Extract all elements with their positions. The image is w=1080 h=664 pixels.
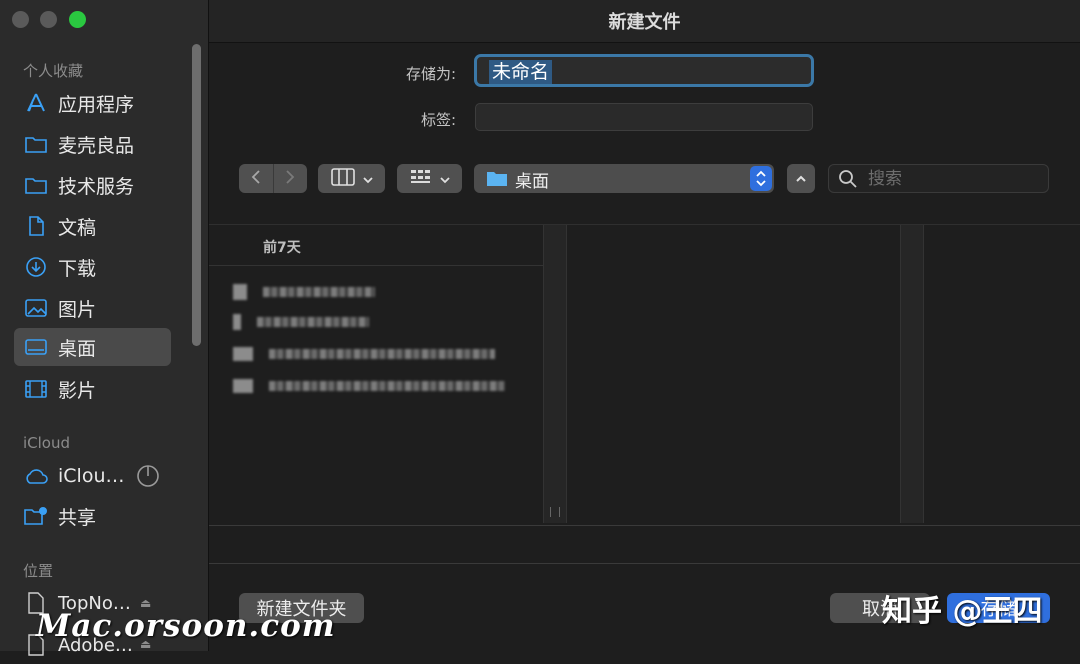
zhihu-watermark: 知乎 @王四 — [882, 594, 1043, 629]
file-name-blurred — [269, 349, 495, 359]
sidebar-item-label: 应用程序 — [58, 93, 135, 116]
icloud-progress-icon — [136, 464, 160, 492]
location-name: 桌面 — [515, 172, 549, 192]
download-icon — [22, 256, 50, 278]
sidebar-item-label: 桌面 — [58, 337, 97, 360]
minimize-window-button[interactable] — [40, 11, 57, 28]
file-icon — [233, 379, 253, 393]
folder-icon — [22, 175, 50, 195]
desktop-icon — [22, 337, 50, 357]
icloud-section-title: iCloud — [23, 434, 71, 452]
sidebar-item-maike[interactable]: 麦壳良品 — [14, 125, 171, 163]
shared-folder-icon — [22, 505, 50, 527]
search-field[interactable] — [828, 164, 1049, 193]
save-dialog-window: 个人收藏 应用程序 麦壳良品 技术服务 文稿 下载 图片 桌面 影片 iClou… — [0, 0, 1080, 656]
chevron-down-icon — [439, 169, 450, 188]
sidebar-item-pictures[interactable]: 图片 — [14, 289, 171, 327]
sidebar-item-label: 共享 — [58, 506, 97, 529]
back-forward-group — [239, 164, 307, 193]
search-input[interactable] — [866, 167, 1040, 191]
close-window-button[interactable] — [12, 11, 29, 28]
list-item[interactable] — [233, 281, 375, 303]
sidebar-item-label: 影片 — [58, 379, 97, 402]
photos-icon — [22, 298, 50, 318]
sidebar-item-label: 技术服务 — [58, 175, 135, 198]
sidebar-scrollbar[interactable] — [192, 44, 201, 346]
location-popup[interactable]: 桌面 — [474, 164, 774, 193]
resize-grip-icon — [550, 507, 560, 517]
column-divider[interactable] — [543, 225, 567, 523]
file-browser: 前7天 — [209, 224, 1080, 526]
sidebar-item-label: 文稿 — [58, 216, 97, 239]
sidebar-item-tech-service[interactable]: 技术服务 — [14, 166, 171, 204]
search-icon — [838, 169, 858, 193]
file-name-blurred — [269, 381, 505, 391]
grid-icon — [410, 169, 432, 189]
sidebar-item-label: 下载 — [58, 257, 97, 280]
folder-icon — [486, 169, 508, 191]
section-header: 前7天 — [209, 225, 543, 266]
sidebar-item-label: iClou… — [58, 465, 125, 487]
sidebar-item-documents[interactable]: 文稿 — [14, 207, 171, 245]
tags-label: 标签: — [420, 111, 456, 129]
columns-view-icon — [330, 167, 355, 190]
chevron-up-icon — [795, 169, 807, 188]
sidebar: 个人收藏 应用程序 麦壳良品 技术服务 文稿 下载 图片 桌面 影片 iClou… — [0, 0, 209, 656]
list-item[interactable] — [233, 375, 505, 397]
sidebar-item-applications[interactable]: 应用程序 — [14, 84, 171, 122]
group-by-button[interactable] — [397, 164, 462, 193]
chevron-right-icon — [284, 169, 296, 189]
file-name-blurred — [263, 287, 375, 297]
save-as-input[interactable]: 未命名 — [474, 54, 814, 87]
zoom-window-button[interactable] — [69, 11, 86, 28]
view-mode-button[interactable] — [318, 164, 385, 193]
file-name-blurred — [257, 317, 369, 327]
icloud-icon — [22, 467, 50, 485]
file-icon — [233, 347, 253, 361]
folder-icon — [22, 134, 50, 154]
column-divider[interactable] — [900, 225, 924, 523]
watermark-text: Mac.orsoon.com — [36, 608, 336, 644]
popup-stepper-icon — [750, 166, 772, 191]
save-as-value: 未命名 — [489, 60, 553, 84]
document-icon — [22, 215, 50, 237]
file-icon — [233, 314, 241, 330]
sidebar-item-label: 麦壳良品 — [58, 134, 135, 157]
sidebar-item-shared[interactable]: 共享 — [14, 497, 171, 535]
chevron-down-icon — [362, 169, 373, 188]
chevron-left-icon — [250, 169, 262, 189]
list-item[interactable] — [233, 311, 369, 333]
window-title: 新建文件 — [209, 0, 1080, 43]
section-header-label: 前7天 — [263, 240, 301, 256]
sidebar-item-movies[interactable]: 影片 — [14, 370, 171, 408]
sidebar-item-label: 图片 — [58, 298, 97, 321]
sidebar-item-downloads[interactable]: 下载 — [14, 248, 171, 286]
tags-input[interactable] — [475, 103, 813, 131]
file-icon — [233, 284, 247, 300]
collapse-button[interactable] — [787, 164, 815, 193]
forward-button[interactable] — [274, 164, 308, 193]
list-item[interactable] — [233, 343, 495, 365]
applications-icon — [22, 92, 50, 114]
locations-section-title: 位置 — [23, 562, 54, 580]
back-button[interactable] — [239, 164, 274, 193]
movies-icon — [22, 379, 50, 399]
sidebar-item-desktop[interactable]: 桌面 — [14, 328, 171, 366]
favorites-section-title: 个人收藏 — [23, 62, 84, 80]
save-as-label: 存储为: — [405, 65, 456, 83]
